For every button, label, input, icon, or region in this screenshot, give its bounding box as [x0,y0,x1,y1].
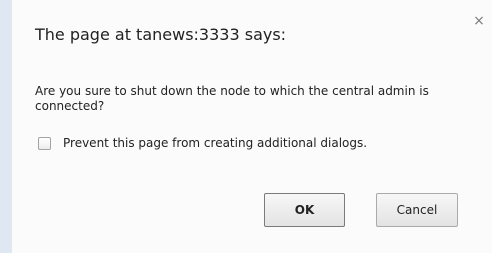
ok-button[interactable]: OK [264,193,345,227]
dialog-title: The page at tanews:3333 says: [35,25,287,44]
prevent-dialogs-option[interactable]: Prevent this page from creating addition… [38,136,367,150]
prevent-dialogs-label[interactable]: Prevent this page from creating addition… [63,136,367,150]
prevent-dialogs-checkbox[interactable] [38,136,51,150]
confirm-dialog: × The page at tanews:3333 says: Are you … [12,0,492,253]
cancel-button[interactable]: Cancel [376,193,458,227]
dialog-message: Are you sure to shut down the node to wh… [35,84,429,113]
close-icon[interactable]: × [472,14,486,28]
